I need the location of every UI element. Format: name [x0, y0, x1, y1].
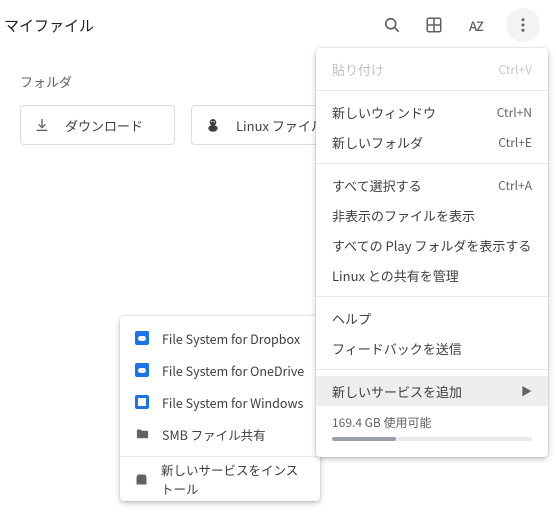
header-actions: AZ [380, 8, 556, 42]
menu-select-all[interactable]: すべて選択する Ctrl+A [316, 170, 548, 200]
service-label: File System for Dropbox [162, 329, 300, 348]
storage-label: 169.4 GB 使用可能 [332, 414, 532, 431]
menu-new-window[interactable]: 新しいウィンドウ Ctrl+N [316, 97, 548, 127]
storage-bar [332, 437, 532, 441]
service-label: SMB ファイル共有 [162, 425, 266, 444]
menu-manage-linux-sharing[interactable]: Linux との共有を管理 [316, 260, 548, 290]
storage-indicator: 169.4 GB 使用可能 [316, 406, 548, 451]
folder-label: Linux ファイル [236, 116, 324, 135]
folder-downloads[interactable]: ダウンロード [20, 105, 175, 145]
page-title: マイファイル [0, 15, 380, 36]
smb-folder-icon [134, 426, 150, 442]
menu-help[interactable]: ヘルプ [316, 303, 548, 333]
more-vert-icon[interactable] [506, 8, 540, 42]
menu-add-service[interactable]: 新しいサービスを追加 ▶ [316, 376, 548, 406]
service-smb[interactable]: SMB ファイル共有 [120, 418, 320, 450]
service-dropbox[interactable]: File System for Dropbox [120, 322, 320, 354]
windows-icon [134, 394, 150, 410]
service-windows[interactable]: File System for Windows [120, 386, 320, 418]
menu-feedback[interactable]: フィードバックを送信 [316, 333, 548, 363]
folder-label: ダウンロード [65, 116, 143, 135]
menu-paste: 貼り付け Ctrl+V [316, 54, 548, 84]
header: マイファイル AZ [0, 0, 556, 50]
divider [316, 369, 548, 370]
onedrive-icon [134, 362, 150, 378]
divider [316, 163, 548, 164]
webstore-icon [134, 471, 149, 487]
sort-az-icon[interactable]: AZ [464, 13, 488, 37]
install-label: 新しいサービスをインストール [161, 460, 306, 498]
linux-icon [204, 116, 222, 134]
service-label: File System for Windows [162, 393, 303, 412]
menu-show-hidden[interactable]: 非表示のファイルを表示 [316, 200, 548, 230]
install-new-service[interactable]: 新しいサービスをインストール [120, 463, 320, 495]
overflow-menu: 貼り付け Ctrl+V 新しいウィンドウ Ctrl+N 新しいフォルダ Ctrl… [316, 48, 548, 457]
service-onedrive[interactable]: File System for OneDrive [120, 354, 320, 386]
menu-show-play-folders[interactable]: すべての Play フォルダを表示する [316, 230, 548, 260]
submenu-arrow-icon: ▶ [521, 383, 532, 399]
dropbox-icon [134, 330, 150, 346]
divider [316, 296, 548, 297]
divider [120, 456, 320, 457]
service-label: File System for OneDrive [162, 361, 304, 380]
add-service-submenu: File System for Dropbox File System for … [120, 316, 320, 501]
thumbnail-view-icon[interactable] [422, 13, 446, 37]
storage-bar-fill [332, 437, 396, 441]
search-icon[interactable] [380, 13, 404, 37]
divider [316, 90, 548, 91]
menu-new-folder[interactable]: 新しいフォルダ Ctrl+E [316, 127, 548, 157]
download-icon [33, 116, 51, 134]
